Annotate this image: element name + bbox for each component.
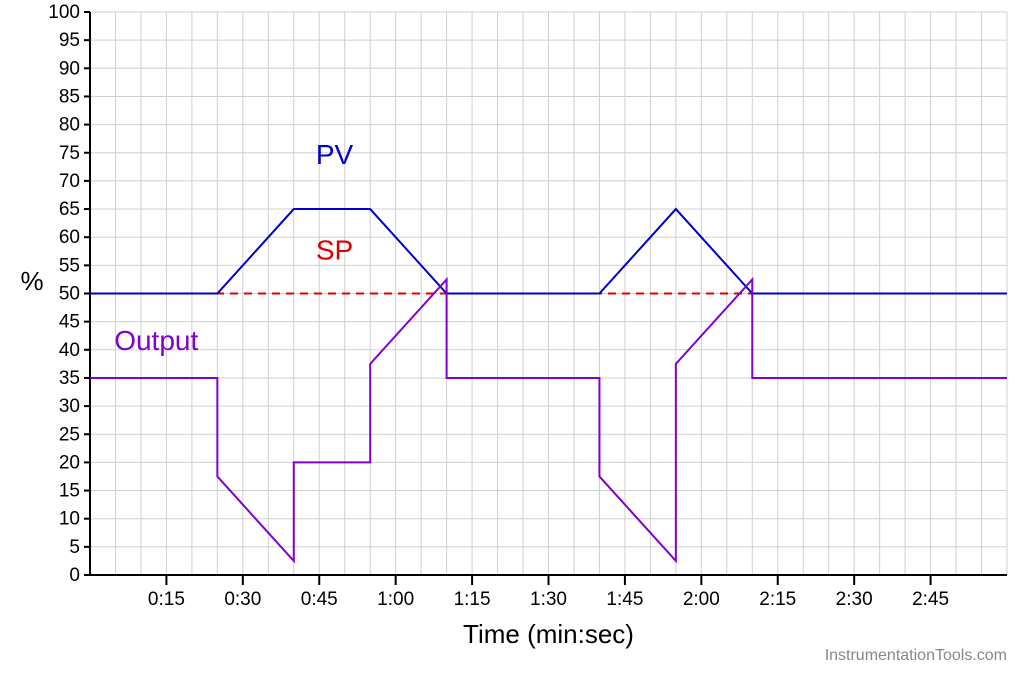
y-tick-label: 55 (59, 255, 80, 276)
y-tick-label: 5 (69, 537, 80, 558)
y-tick-label: 100 (48, 2, 80, 23)
y-tick-label: 65 (59, 199, 80, 220)
x-tick-label: 1:30 (530, 589, 567, 610)
y-tick-label: 60 (59, 227, 80, 248)
x-tick-label: 0:45 (301, 589, 338, 610)
annotation-sp: SP (316, 235, 353, 266)
y-axis-title: % (20, 266, 43, 296)
annotation-output: Output (114, 325, 198, 356)
chart-svg: 0 5 10 15 20 25 30 35 40 45 50 55 60 65 70 75 80 85 90 95 10… (0, 0, 1019, 674)
y-tick-label: 95 (59, 30, 80, 51)
x-tick-label: 1:45 (606, 589, 643, 610)
x-tick-label: 2:00 (683, 589, 720, 610)
x-tick-label: 2:30 (836, 589, 873, 610)
x-tick-label: 2:45 (912, 589, 949, 610)
y-tick-label: 10 (59, 509, 80, 530)
x-tick-label: 1:00 (377, 589, 414, 610)
x-axis-title: Time (min:sec) (463, 619, 634, 649)
labels: % Time (min:sec) PV SP Output Instrumentation… (20, 139, 1007, 664)
y-tick-label: 20 (59, 452, 80, 473)
x-tick-label: 0:15 (148, 589, 185, 610)
y-tick-label: 30 (59, 396, 80, 417)
chart-container: 0 5 10 15 20 25 30 35 40 45 50 55 60 65 70 75 80 85 90 95 10… (0, 0, 1019, 674)
x-tick-label: 0:30 (224, 589, 261, 610)
y-tick-label: 50 (59, 284, 80, 305)
y-tick-label: 75 (59, 143, 80, 164)
y-tick-label: 0 (69, 565, 80, 586)
y-tick-label: 15 (59, 481, 80, 502)
y-tick-label: 85 (59, 86, 80, 107)
x-tick-label: 1:15 (454, 589, 491, 610)
y-tick-label: 45 (59, 312, 80, 333)
y-tick-label: 80 (59, 115, 80, 136)
watermark: InstrumentationTools.com (825, 647, 1007, 664)
y-tick-label: 40 (59, 340, 80, 361)
x-tick-label: 2:15 (759, 589, 796, 610)
y-tick-label: 25 (59, 424, 80, 445)
y-tick-label: 70 (59, 171, 80, 192)
y-tick-label: 35 (59, 368, 80, 389)
y-tick-label: 90 (59, 58, 80, 79)
annotation-pv: PV (316, 139, 354, 170)
